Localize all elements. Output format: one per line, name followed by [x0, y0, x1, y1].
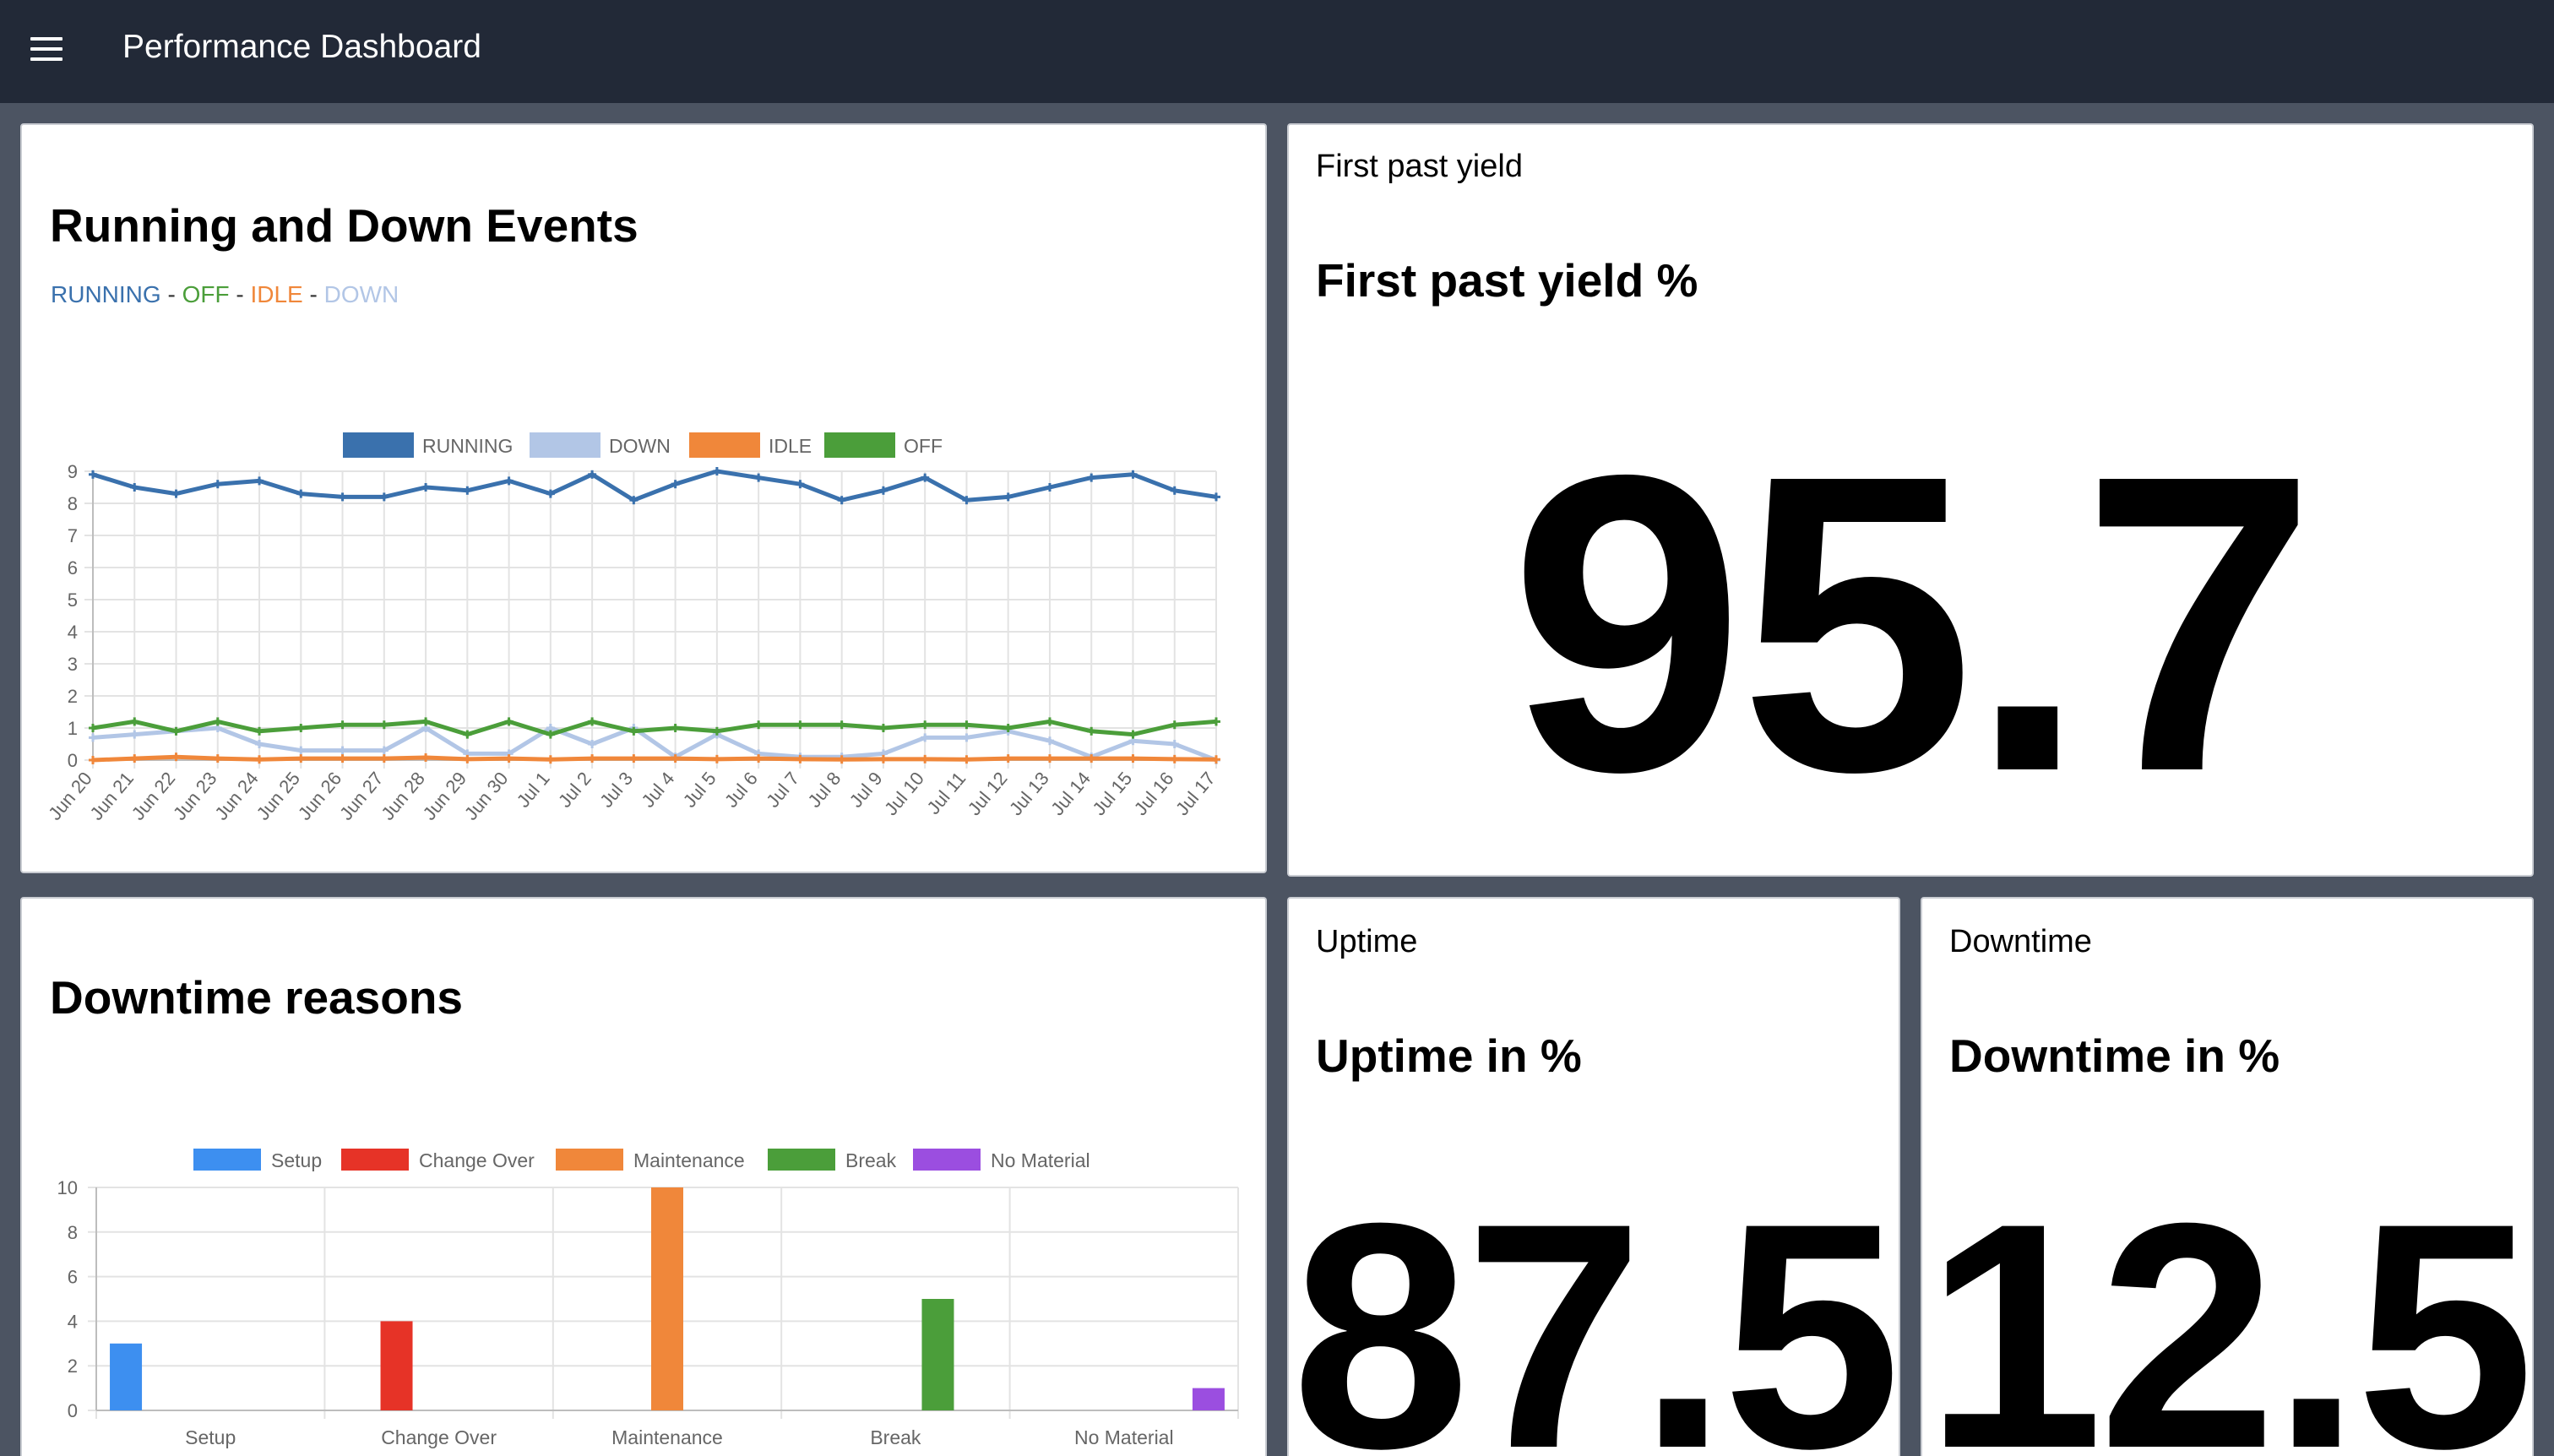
legend-swatch-running: [343, 432, 414, 458]
uptime-card: Uptime Uptime in % 87.5: [1287, 897, 1900, 1456]
x-tick-label: Jun 27: [335, 768, 388, 824]
legend-swatch: [768, 1149, 835, 1171]
y-tick-label: 4: [68, 622, 78, 643]
y-tick-label: 8: [68, 493, 78, 514]
legend-label: Maintenance: [633, 1149, 745, 1171]
x-tick-label: Jul 17: [1171, 768, 1220, 819]
hamburger-menu-icon[interactable]: [30, 37, 64, 64]
first-past-yield-card: First past yield First past yield % 95.7: [1287, 123, 2534, 877]
fpy-value: 95.7: [1509, 387, 2316, 859]
y-tick-label: 7: [68, 525, 78, 546]
x-tick-label: Setup: [185, 1426, 236, 1448]
x-tick-label: Jun 20: [44, 768, 96, 824]
downtime-card: Downtime Downtime in % 12.5: [1921, 897, 2534, 1456]
y-tick-label: 3: [68, 654, 78, 675]
x-tick-label: Jul 10: [880, 768, 928, 819]
x-tick-label: Break: [870, 1426, 921, 1448]
app-title: Performance Dashboard: [122, 29, 481, 65]
y-tick-label: 9: [68, 461, 78, 482]
running-events-line-chart: RUNNING DOWN IDLE OFF 0 1 2 3 4 5 6 7 8 9 Jun 20Jun 21…: [44, 432, 1220, 824]
legend-label-down: DOWN: [609, 435, 671, 457]
legend-swatch-off: [824, 432, 895, 458]
x-tick-label: Change Over: [381, 1426, 497, 1448]
x-tick-label: Jul 1: [513, 768, 554, 812]
y-tick-label: 2: [68, 686, 78, 707]
series-line-running: [92, 469, 1217, 503]
legend-swatch: [556, 1149, 623, 1171]
x-tick-label: Jul 13: [1005, 768, 1053, 819]
x-tick-label: Jul 5: [679, 768, 720, 812]
downtime-value: 12.5: [1925, 1156, 2532, 1456]
legend-label: Break: [845, 1149, 897, 1171]
x-tick-label: Jun 23: [169, 768, 221, 824]
x-tick-label: Jun 28: [377, 768, 429, 824]
bar-change-over: [380, 1321, 413, 1410]
y-tick-label: 0: [68, 1400, 78, 1421]
y-tick-label: 10: [57, 1177, 78, 1198]
legend-label: No Material: [991, 1149, 1090, 1171]
y-tick-label: 5: [68, 589, 78, 611]
x-tick-label: Maintenance: [611, 1426, 723, 1448]
legend-swatch-idle: [689, 432, 760, 458]
fpy-subtitle: First past yield %: [1316, 254, 1698, 307]
x-tick-label: Jun 21: [85, 768, 138, 824]
y-tick-label: 0: [68, 750, 78, 771]
legend-label: Change Over: [419, 1149, 535, 1171]
bar-break: [921, 1299, 954, 1410]
downtime-reasons-card: Downtime reasons Setup Change Over Mainten…: [20, 897, 1267, 1456]
top-app-bar: Performance Dashboard: [0, 0, 2554, 103]
legend-label-off: OFF: [904, 435, 943, 457]
legend-swatch: [341, 1149, 409, 1171]
x-tick-label: Jun 22: [128, 768, 180, 824]
legend-label-idle: IDLE: [769, 435, 812, 457]
uptime-card-header: Uptime: [1316, 924, 1418, 959]
downtime-reasons-bar-chart: Setup Change Over Maintenance Break No Mater…: [57, 1149, 1239, 1448]
x-tick-label: Jul 14: [1046, 768, 1095, 819]
x-tick-label: Jun 30: [460, 768, 513, 824]
x-tick-label: Jul 12: [964, 768, 1012, 819]
x-tick-label: Jun 24: [210, 768, 263, 824]
x-tick-label: Jul 2: [554, 768, 595, 812]
downtime-subtitle: Downtime in %: [1949, 1030, 2280, 1082]
x-tick-label: No Material: [1074, 1426, 1174, 1448]
bar-no-material: [1192, 1388, 1225, 1410]
x-tick-label: Jul 3: [595, 768, 637, 812]
legend-swatch: [193, 1149, 261, 1171]
y-tick-label: 2: [68, 1355, 78, 1377]
y-tick-label: 8: [68, 1222, 78, 1243]
y-tick-label: 1: [68, 718, 78, 739]
legend-label: Setup: [271, 1149, 322, 1171]
y-tick-label: 6: [68, 557, 78, 579]
x-tick-label: Jul 6: [720, 768, 762, 812]
bar-maintenance: [651, 1187, 683, 1410]
running-events-card: Running and Down Events RUNNING - OFF - …: [20, 123, 1267, 873]
y-tick-label: 4: [68, 1311, 78, 1332]
x-tick-label: Jul 11: [922, 768, 970, 818]
uptime-subtitle: Uptime in %: [1316, 1030, 1582, 1082]
x-tick-label: Jul 8: [803, 768, 845, 812]
x-tick-label: Jul 16: [1130, 768, 1178, 819]
y-tick-label: 6: [68, 1267, 78, 1288]
legend-swatch-down: [530, 432, 600, 458]
x-tick-label: Jun 25: [253, 768, 305, 824]
x-tick-label: Jul 15: [1088, 768, 1136, 819]
x-tick-label: Jun 29: [419, 768, 471, 824]
downtime-card-header: Downtime: [1949, 924, 2092, 959]
legend-label-running: RUNNING: [422, 435, 513, 457]
fpy-card-header: First past yield: [1316, 149, 1523, 184]
legend-swatch: [913, 1149, 981, 1171]
uptime-value: 87.5: [1291, 1156, 1899, 1456]
x-tick-label: Jun 26: [294, 768, 346, 824]
x-tick-label: Jul 4: [637, 768, 678, 812]
bar-setup: [110, 1343, 143, 1410]
x-tick-label: Jul 7: [762, 768, 803, 812]
